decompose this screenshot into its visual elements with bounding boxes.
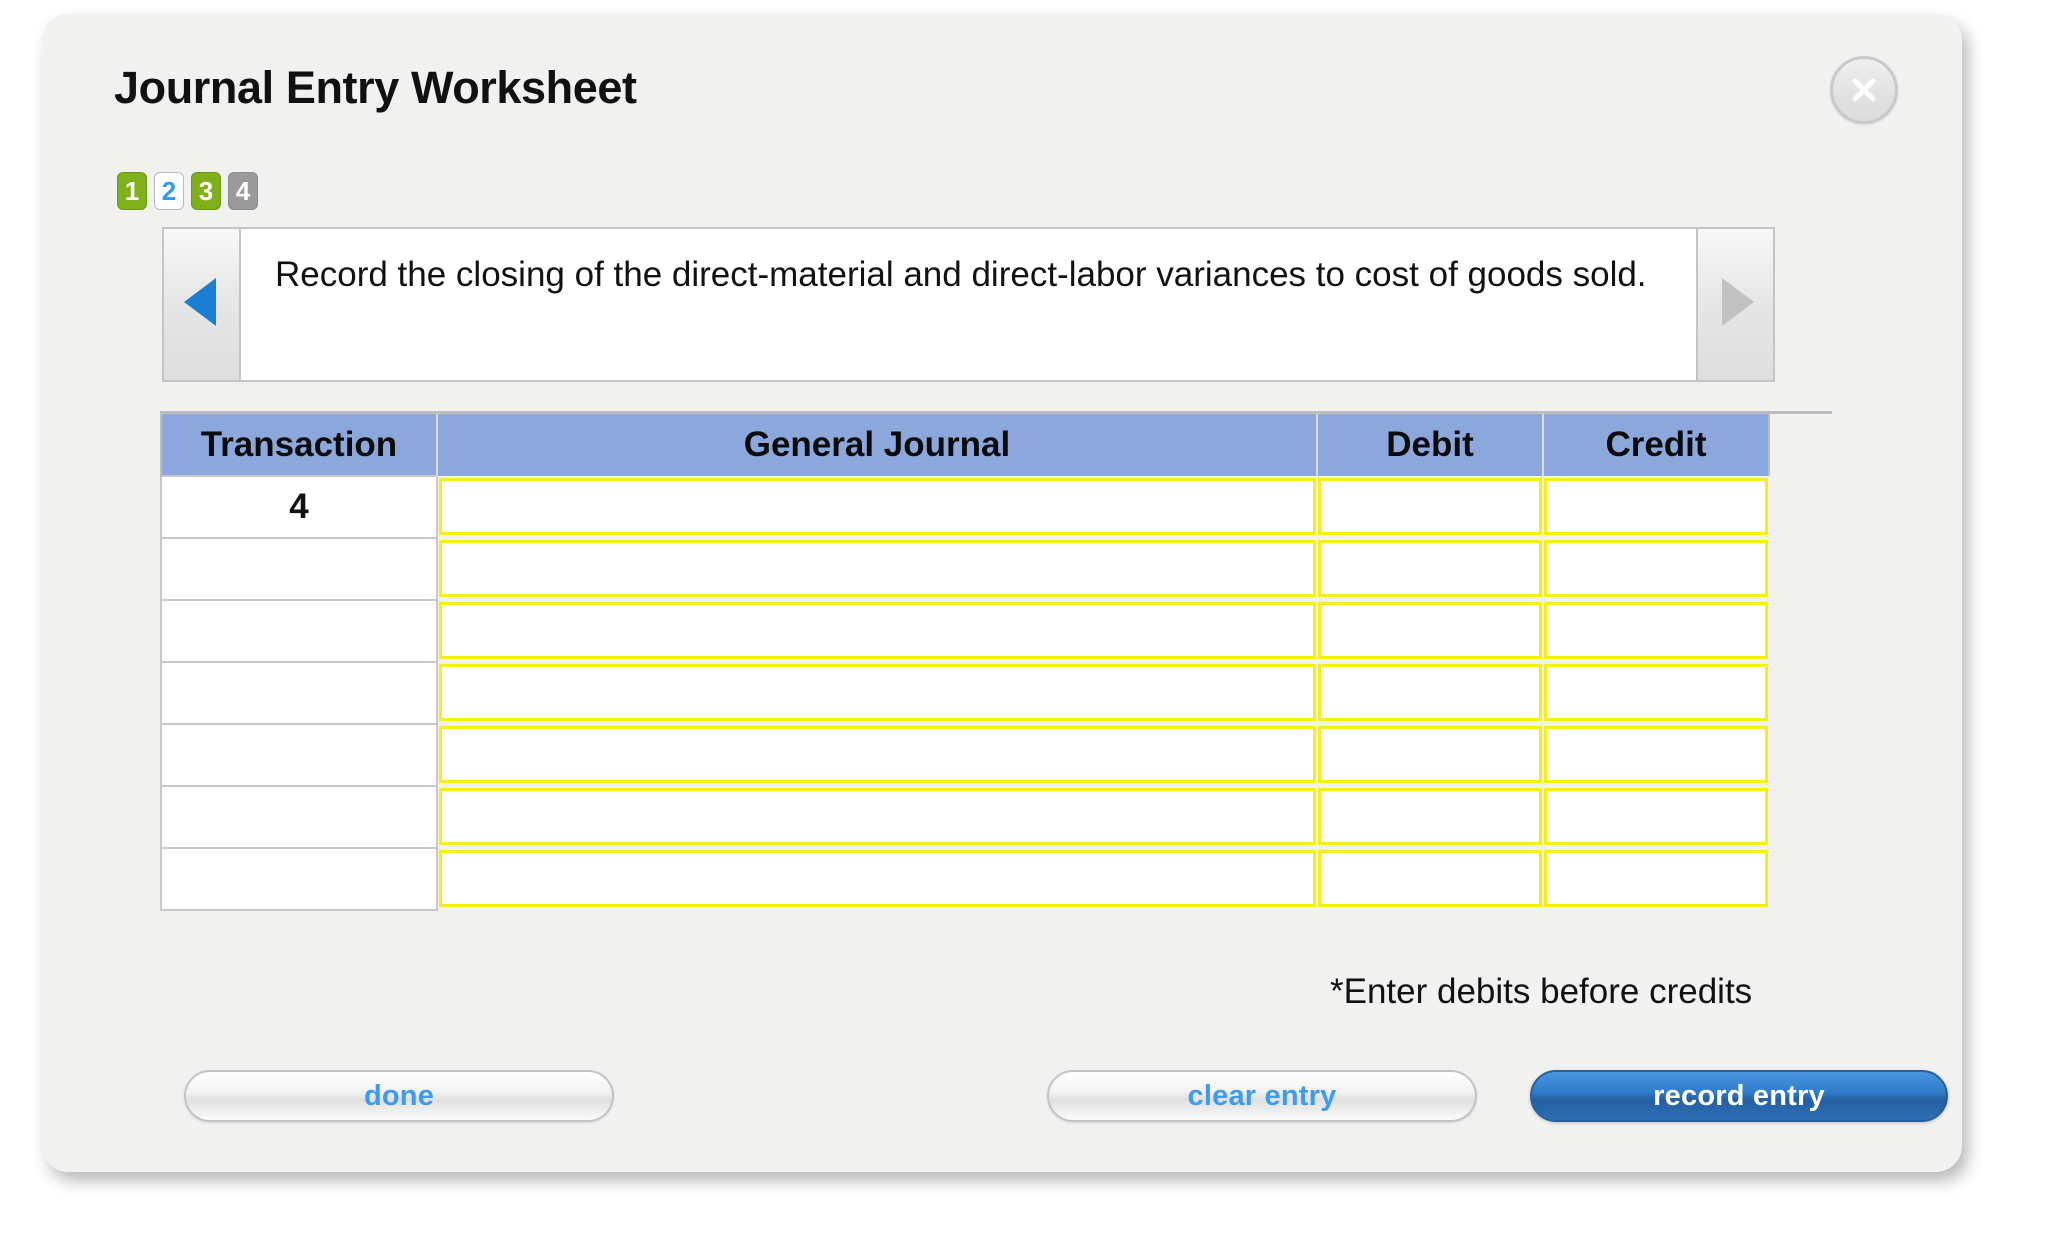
general-journal-input[interactable] [438, 478, 1317, 535]
debit-input[interactable] [1318, 602, 1542, 659]
page-title: Journal Entry Worksheet [114, 62, 637, 113]
table-row [160, 537, 1769, 601]
credit-input-cell [1543, 724, 1769, 786]
credit-input-cell [1543, 600, 1769, 662]
transaction-cell [160, 723, 438, 787]
credit-input-cell [1543, 848, 1769, 910]
debit-input[interactable] [1318, 664, 1542, 721]
credit-input-cell [1543, 662, 1769, 724]
credit-input[interactable] [1544, 850, 1768, 907]
credit-input[interactable] [1544, 726, 1768, 783]
transaction-cell [160, 785, 438, 849]
next-step-button[interactable] [1696, 229, 1773, 380]
credit-input-cell [1543, 476, 1769, 538]
step-badge-4[interactable]: 4 [228, 172, 258, 210]
table-row: 4 [160, 475, 1769, 539]
transaction-cell [160, 599, 438, 663]
debit-input-cell [1317, 724, 1543, 786]
table-row [160, 661, 1769, 725]
column-header-transaction: Transaction [160, 414, 438, 476]
general-journal-input-cell [436, 662, 1318, 724]
debit-input-cell [1317, 786, 1543, 848]
credit-input[interactable] [1544, 478, 1768, 535]
general-journal-input[interactable] [438, 664, 1317, 721]
general-journal-input-cell [436, 600, 1318, 662]
transaction-cell [160, 661, 438, 725]
transaction-cell [160, 537, 438, 601]
close-button[interactable] [1830, 56, 1898, 124]
journal-entry-worksheet-dialog: Journal Entry Worksheet 1 2 3 4 Record t… [42, 14, 1962, 1172]
column-header-credit: Credit [1542, 414, 1770, 476]
debit-input[interactable] [1318, 726, 1542, 783]
general-journal-input-cell [436, 786, 1318, 848]
table-row [160, 847, 1769, 911]
debit-input[interactable] [1318, 850, 1542, 907]
triangle-right-icon [1714, 274, 1758, 335]
general-journal-input[interactable] [438, 850, 1317, 907]
journal-entry-table: Transaction General Journal Debit Credit… [160, 414, 1770, 911]
instruction-panel: Record the closing of the direct-materia… [162, 227, 1775, 382]
debit-input[interactable] [1318, 540, 1542, 597]
table-row [160, 785, 1769, 849]
transaction-cell [160, 847, 438, 911]
triangle-left-icon [180, 274, 224, 335]
general-journal-input[interactable] [438, 540, 1317, 597]
general-journal-input[interactable] [438, 602, 1317, 659]
clear-entry-button[interactable]: clear entry [1047, 1070, 1477, 1122]
credit-input[interactable] [1544, 540, 1768, 597]
table-row [160, 723, 1769, 787]
general-journal-input[interactable] [438, 788, 1317, 845]
column-header-general-journal: General Journal [435, 414, 1319, 476]
table-row [160, 599, 1769, 663]
step-badge-3[interactable]: 3 [191, 172, 221, 210]
column-header-debit: Debit [1316, 414, 1544, 476]
debit-input-cell [1317, 662, 1543, 724]
step-badge-2[interactable]: 2 [154, 172, 184, 210]
general-journal-input-cell [436, 538, 1318, 600]
done-button[interactable]: done [184, 1070, 614, 1122]
general-journal-input-cell [436, 476, 1318, 538]
table-body: 4 [160, 475, 1769, 911]
debit-input-cell [1317, 848, 1543, 910]
close-icon [1844, 70, 1884, 110]
footnote-text: *Enter debits before credits [1330, 972, 1753, 1011]
table-header-row: Transaction General Journal Debit Credit [160, 414, 1770, 476]
debit-input-cell [1317, 476, 1543, 538]
general-journal-input-cell [436, 724, 1318, 786]
credit-input-cell [1543, 786, 1769, 848]
debit-input[interactable] [1318, 788, 1542, 845]
instruction-text: Record the closing of the direct-materia… [275, 255, 1647, 294]
screen: Journal Entry Worksheet 1 2 3 4 Record t… [0, 0, 2046, 1242]
credit-input-cell [1543, 538, 1769, 600]
credit-input[interactable] [1544, 664, 1768, 721]
record-entry-button[interactable]: record entry [1530, 1070, 1948, 1122]
credit-input[interactable] [1544, 602, 1768, 659]
debit-input-cell [1317, 600, 1543, 662]
step-indicator: 1 2 3 4 [117, 172, 258, 210]
debit-input[interactable] [1318, 478, 1542, 535]
previous-step-button[interactable] [164, 229, 241, 380]
step-badge-1[interactable]: 1 [117, 172, 147, 210]
general-journal-input-cell [436, 848, 1318, 910]
general-journal-input[interactable] [438, 726, 1317, 783]
transaction-cell: 4 [160, 475, 438, 539]
debit-input-cell [1317, 538, 1543, 600]
credit-input[interactable] [1544, 788, 1768, 845]
